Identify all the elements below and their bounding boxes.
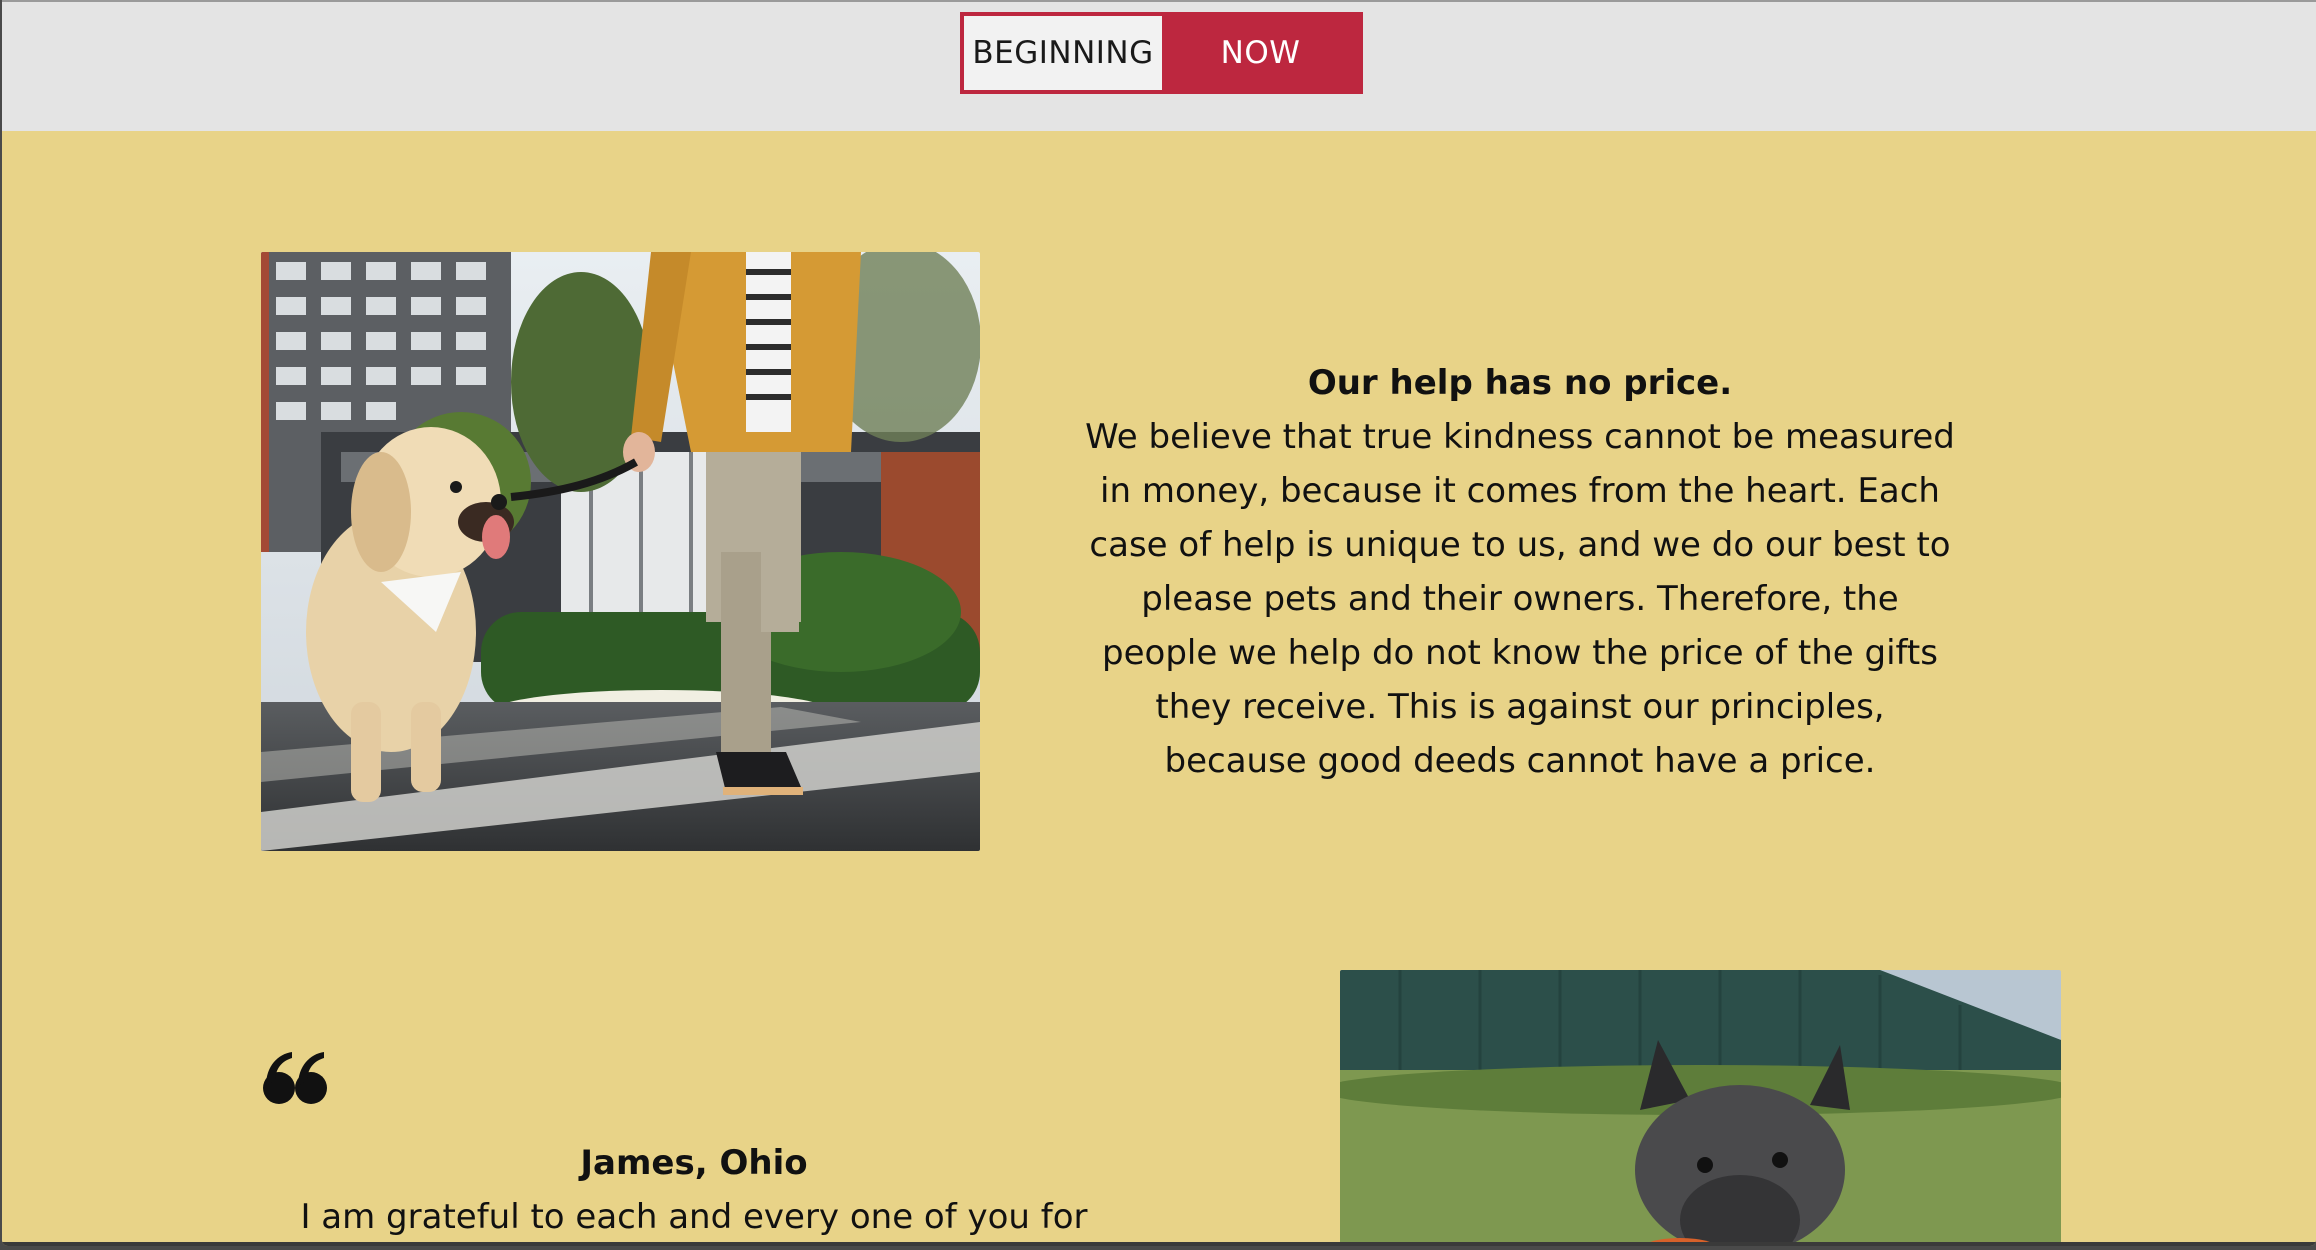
help-text: We believe that true kindness cannot be … (1085, 417, 1955, 781)
shepherd-dog-photo (1340, 970, 2061, 1246)
help-info-block: Our help has no price. We believe that t… (1080, 356, 1960, 788)
quote-icon (262, 1050, 328, 1106)
toggle-now-button[interactable]: NOW (1162, 16, 1359, 90)
dog-walk-photo (261, 252, 980, 851)
testimonial-text: I am grateful to each and every one of y… (300, 1197, 1088, 1237)
help-title: Our help has no price. (1307, 363, 1733, 403)
viewport-bottom-edge (2, 1242, 2316, 1246)
toggle-beginning-button[interactable]: BEGINNING (964, 16, 1162, 90)
testimonial-block: James, Ohio I am grateful to each and ev… (292, 1136, 1096, 1244)
timeline-toggle: BEGINNING NOW (960, 12, 1363, 94)
browser-viewport: BEGINNING NOW Our help has no price. We … (2, 0, 2316, 1246)
timeline-header: BEGINNING NOW (2, 0, 2316, 131)
testimonial-author: James, Ohio (580, 1143, 808, 1183)
